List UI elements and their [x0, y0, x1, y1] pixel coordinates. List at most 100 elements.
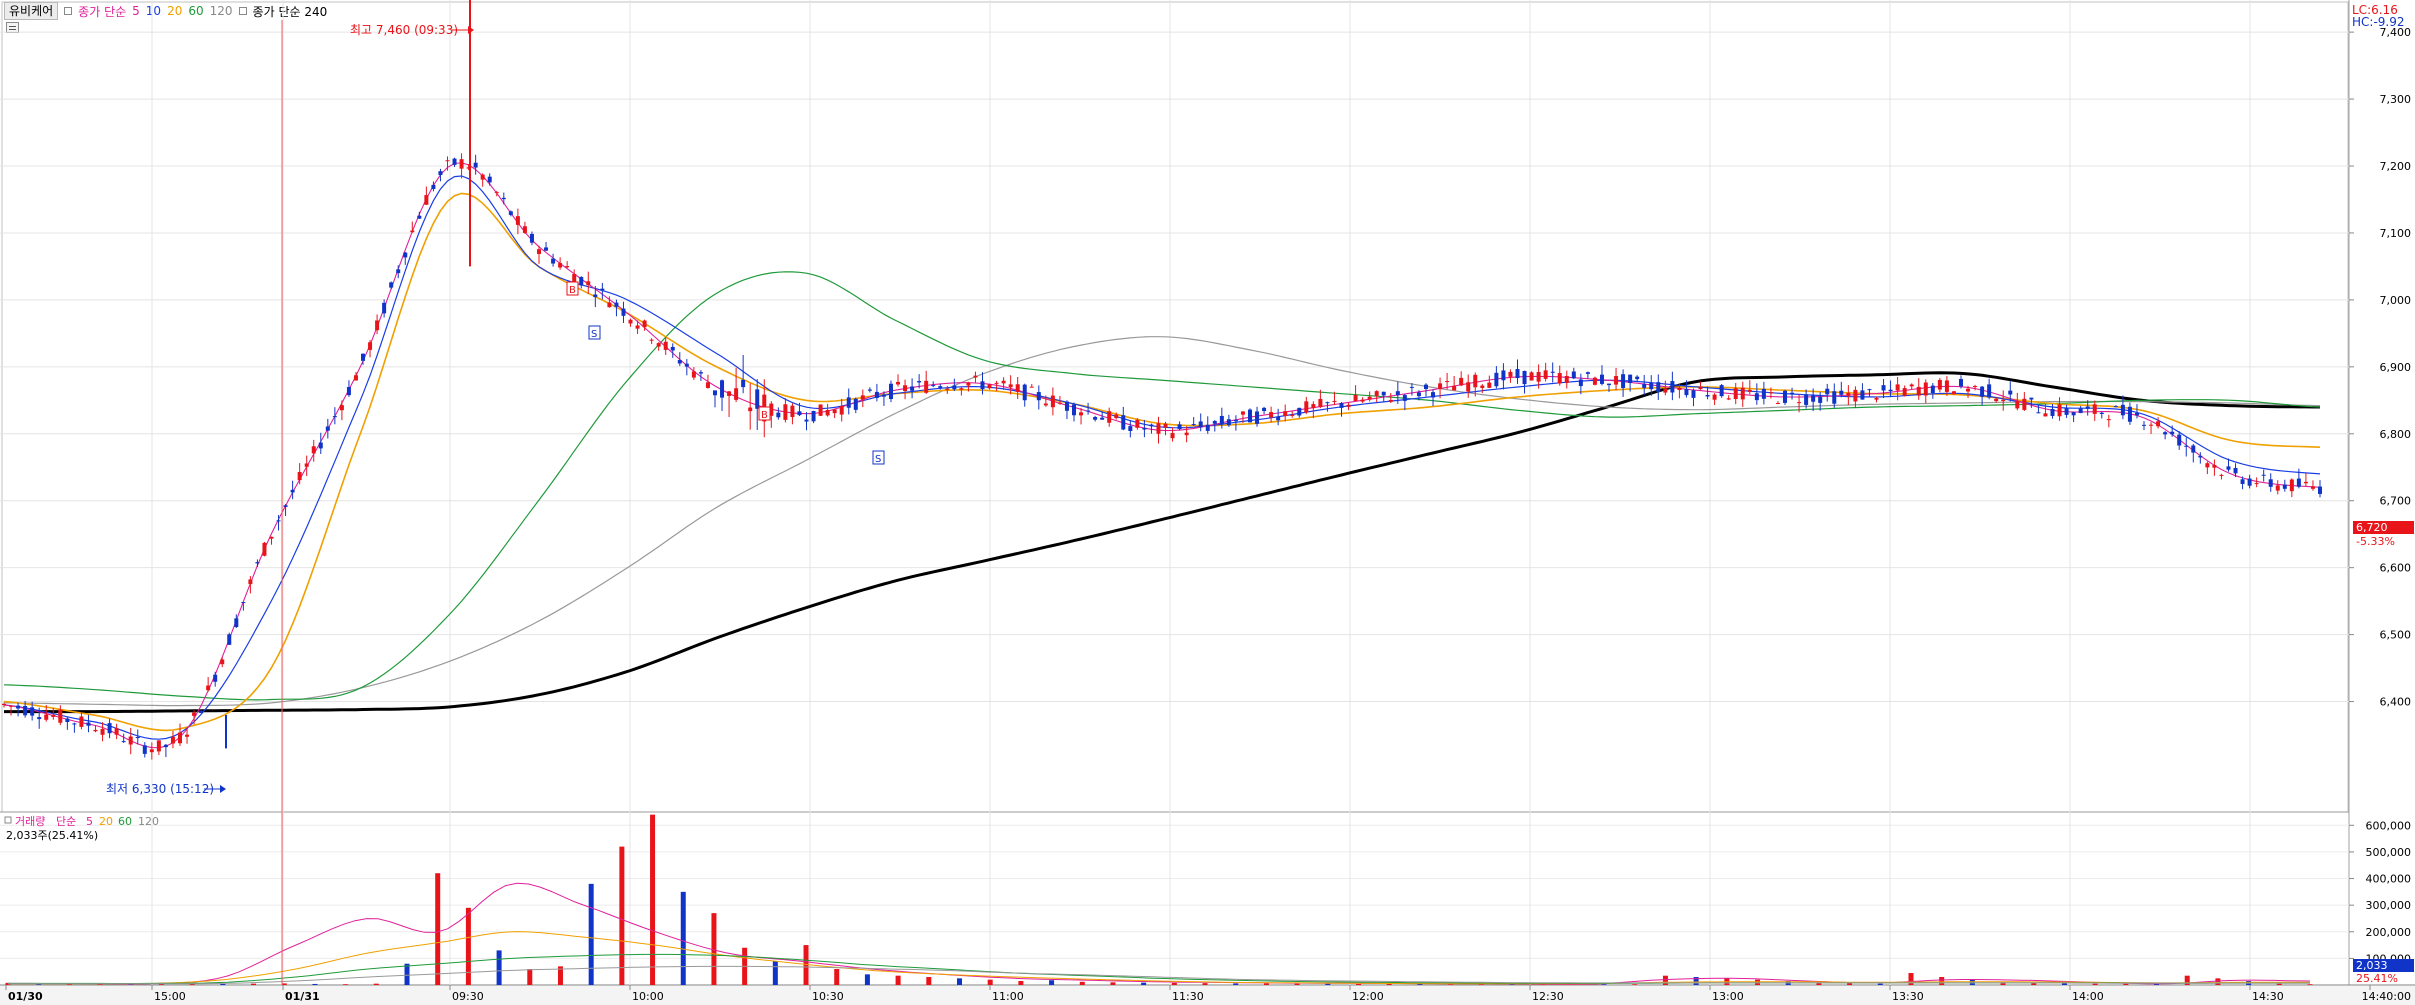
- volume-bar: [650, 814, 656, 985]
- candle-body: [410, 230, 415, 233]
- candle-body: [2170, 431, 2175, 435]
- volume-bar: [1325, 983, 1331, 985]
- candle-body: [1501, 370, 1506, 381]
- axis-ticks: 6,400 6,500 6,600 6,700 6,800 6,900 7,000 7,100…: [5, 26, 2412, 1003]
- candle-body: [1895, 384, 1900, 391]
- volume-ma-lines: [8, 882, 2311, 986]
- candle-body: [1585, 372, 1590, 374]
- candle-body: [2191, 445, 2196, 453]
- price-tick-label: 6,400: [2380, 696, 2412, 709]
- candle-body: [1797, 402, 1802, 404]
- volume-bar: [772, 961, 778, 985]
- candle-body: [262, 542, 267, 556]
- candle-body: [2198, 455, 2203, 458]
- low-label: 최저 6,330 (15:12): [106, 782, 214, 796]
- candle-body: [515, 216, 520, 225]
- candle-body: [698, 372, 703, 374]
- candle-body: [2043, 413, 2048, 417]
- time-tick-label: 10:30: [812, 990, 844, 1003]
- time-tick-label: 14:30: [2252, 990, 2284, 1003]
- candle-body: [2296, 478, 2301, 487]
- candle-body: [1128, 426, 1133, 432]
- price-tick-label: 7,200: [2380, 160, 2412, 173]
- candle-body: [2275, 485, 2280, 491]
- volume-bar: [1233, 983, 1239, 985]
- volume-bar: [312, 983, 318, 985]
- candle-body: [1163, 423, 1168, 428]
- candle-body: [1951, 391, 1956, 395]
- candle-body: [2092, 404, 2097, 414]
- candle-body: [177, 732, 182, 744]
- price-tag-change: -5.33%: [2356, 535, 2395, 548]
- candle-body: [712, 390, 717, 396]
- volume-tag-value: 2,033: [2356, 959, 2388, 972]
- ma-line-120: [4, 336, 2321, 707]
- candle-body: [1536, 372, 1541, 382]
- volume-bar: [1755, 979, 1761, 985]
- volume-bar: [680, 891, 686, 985]
- volume-label[interactable]: 거래량: [15, 815, 45, 828]
- candle-body: [192, 712, 197, 716]
- candle-body: [2233, 467, 2238, 474]
- candle-body: [508, 211, 513, 215]
- volume-bar: [2307, 984, 2313, 985]
- candle-body: [1452, 385, 1457, 391]
- candle-body: [473, 162, 478, 168]
- volume-ma-label[interactable]: 단순: [56, 815, 76, 828]
- candle-body: [2071, 412, 2076, 416]
- candle-body: [670, 346, 675, 351]
- grid: [0, 0, 2349, 985]
- candle-body: [311, 446, 316, 454]
- volume-bar: [2215, 978, 2221, 985]
- candle-body: [1691, 390, 1696, 398]
- candle-body: [551, 258, 556, 264]
- candle-body: [1867, 389, 1872, 391]
- candle-body: [128, 736, 133, 745]
- candle-body: [445, 160, 450, 162]
- candle-body: [1184, 432, 1189, 436]
- high-annotation: 최고 7,460 (09:33): [350, 23, 474, 37]
- candle-body: [846, 397, 851, 408]
- candle-body: [72, 723, 77, 725]
- vol-ma5-label[interactable]: 5: [86, 815, 93, 828]
- candle-body: [2, 703, 6, 706]
- candle-body: [558, 263, 563, 268]
- candle-body: [1564, 375, 1569, 383]
- volume-bar: [1448, 984, 1454, 985]
- candle-body: [2050, 409, 2055, 416]
- candle-body: [1916, 386, 1921, 396]
- candle-body: [86, 722, 91, 726]
- candle-body: [832, 409, 837, 414]
- candle-body: [1705, 394, 1710, 397]
- candle-body: [2127, 406, 2132, 422]
- candle-body: [1219, 415, 1224, 425]
- price-volume-chart: 6,400 6,500 6,600 6,700 6,800 6,900 7,000 7,100…: [0, 0, 2415, 1005]
- candle-body: [353, 375, 358, 381]
- candle-body: [16, 705, 21, 709]
- candle-body: [881, 394, 886, 397]
- vol-ma20-label[interactable]: 20: [99, 815, 113, 828]
- candle-body: [1712, 394, 1717, 400]
- candle-body: [593, 294, 598, 298]
- candle-body: [2282, 484, 2287, 489]
- time-tick-label: 01/31: [285, 990, 320, 1003]
- candle-body: [1269, 412, 1274, 418]
- candle-body: [938, 386, 943, 388]
- vol-ma120-label[interactable]: 120: [138, 815, 159, 828]
- candle-body: [1832, 391, 1837, 404]
- candle-body: [135, 736, 140, 739]
- low-arrow-head: [220, 785, 226, 793]
- candle-body: [1508, 371, 1513, 377]
- time-tick-label: 14:40:00: [2362, 990, 2411, 1003]
- candle-body: [37, 717, 42, 720]
- volume-toggle-icon[interactable]: [4, 816, 12, 824]
- candle-body: [107, 723, 112, 734]
- candle-body: [544, 247, 549, 251]
- candle-body: [424, 195, 429, 205]
- ma-line-20: [3, 192, 2321, 732]
- vol-ma60-label[interactable]: 60: [118, 815, 132, 828]
- candle-body: [290, 489, 295, 493]
- candle-body: [1642, 383, 1647, 388]
- candle-body: [1818, 396, 1823, 403]
- candle-body: [994, 382, 999, 384]
